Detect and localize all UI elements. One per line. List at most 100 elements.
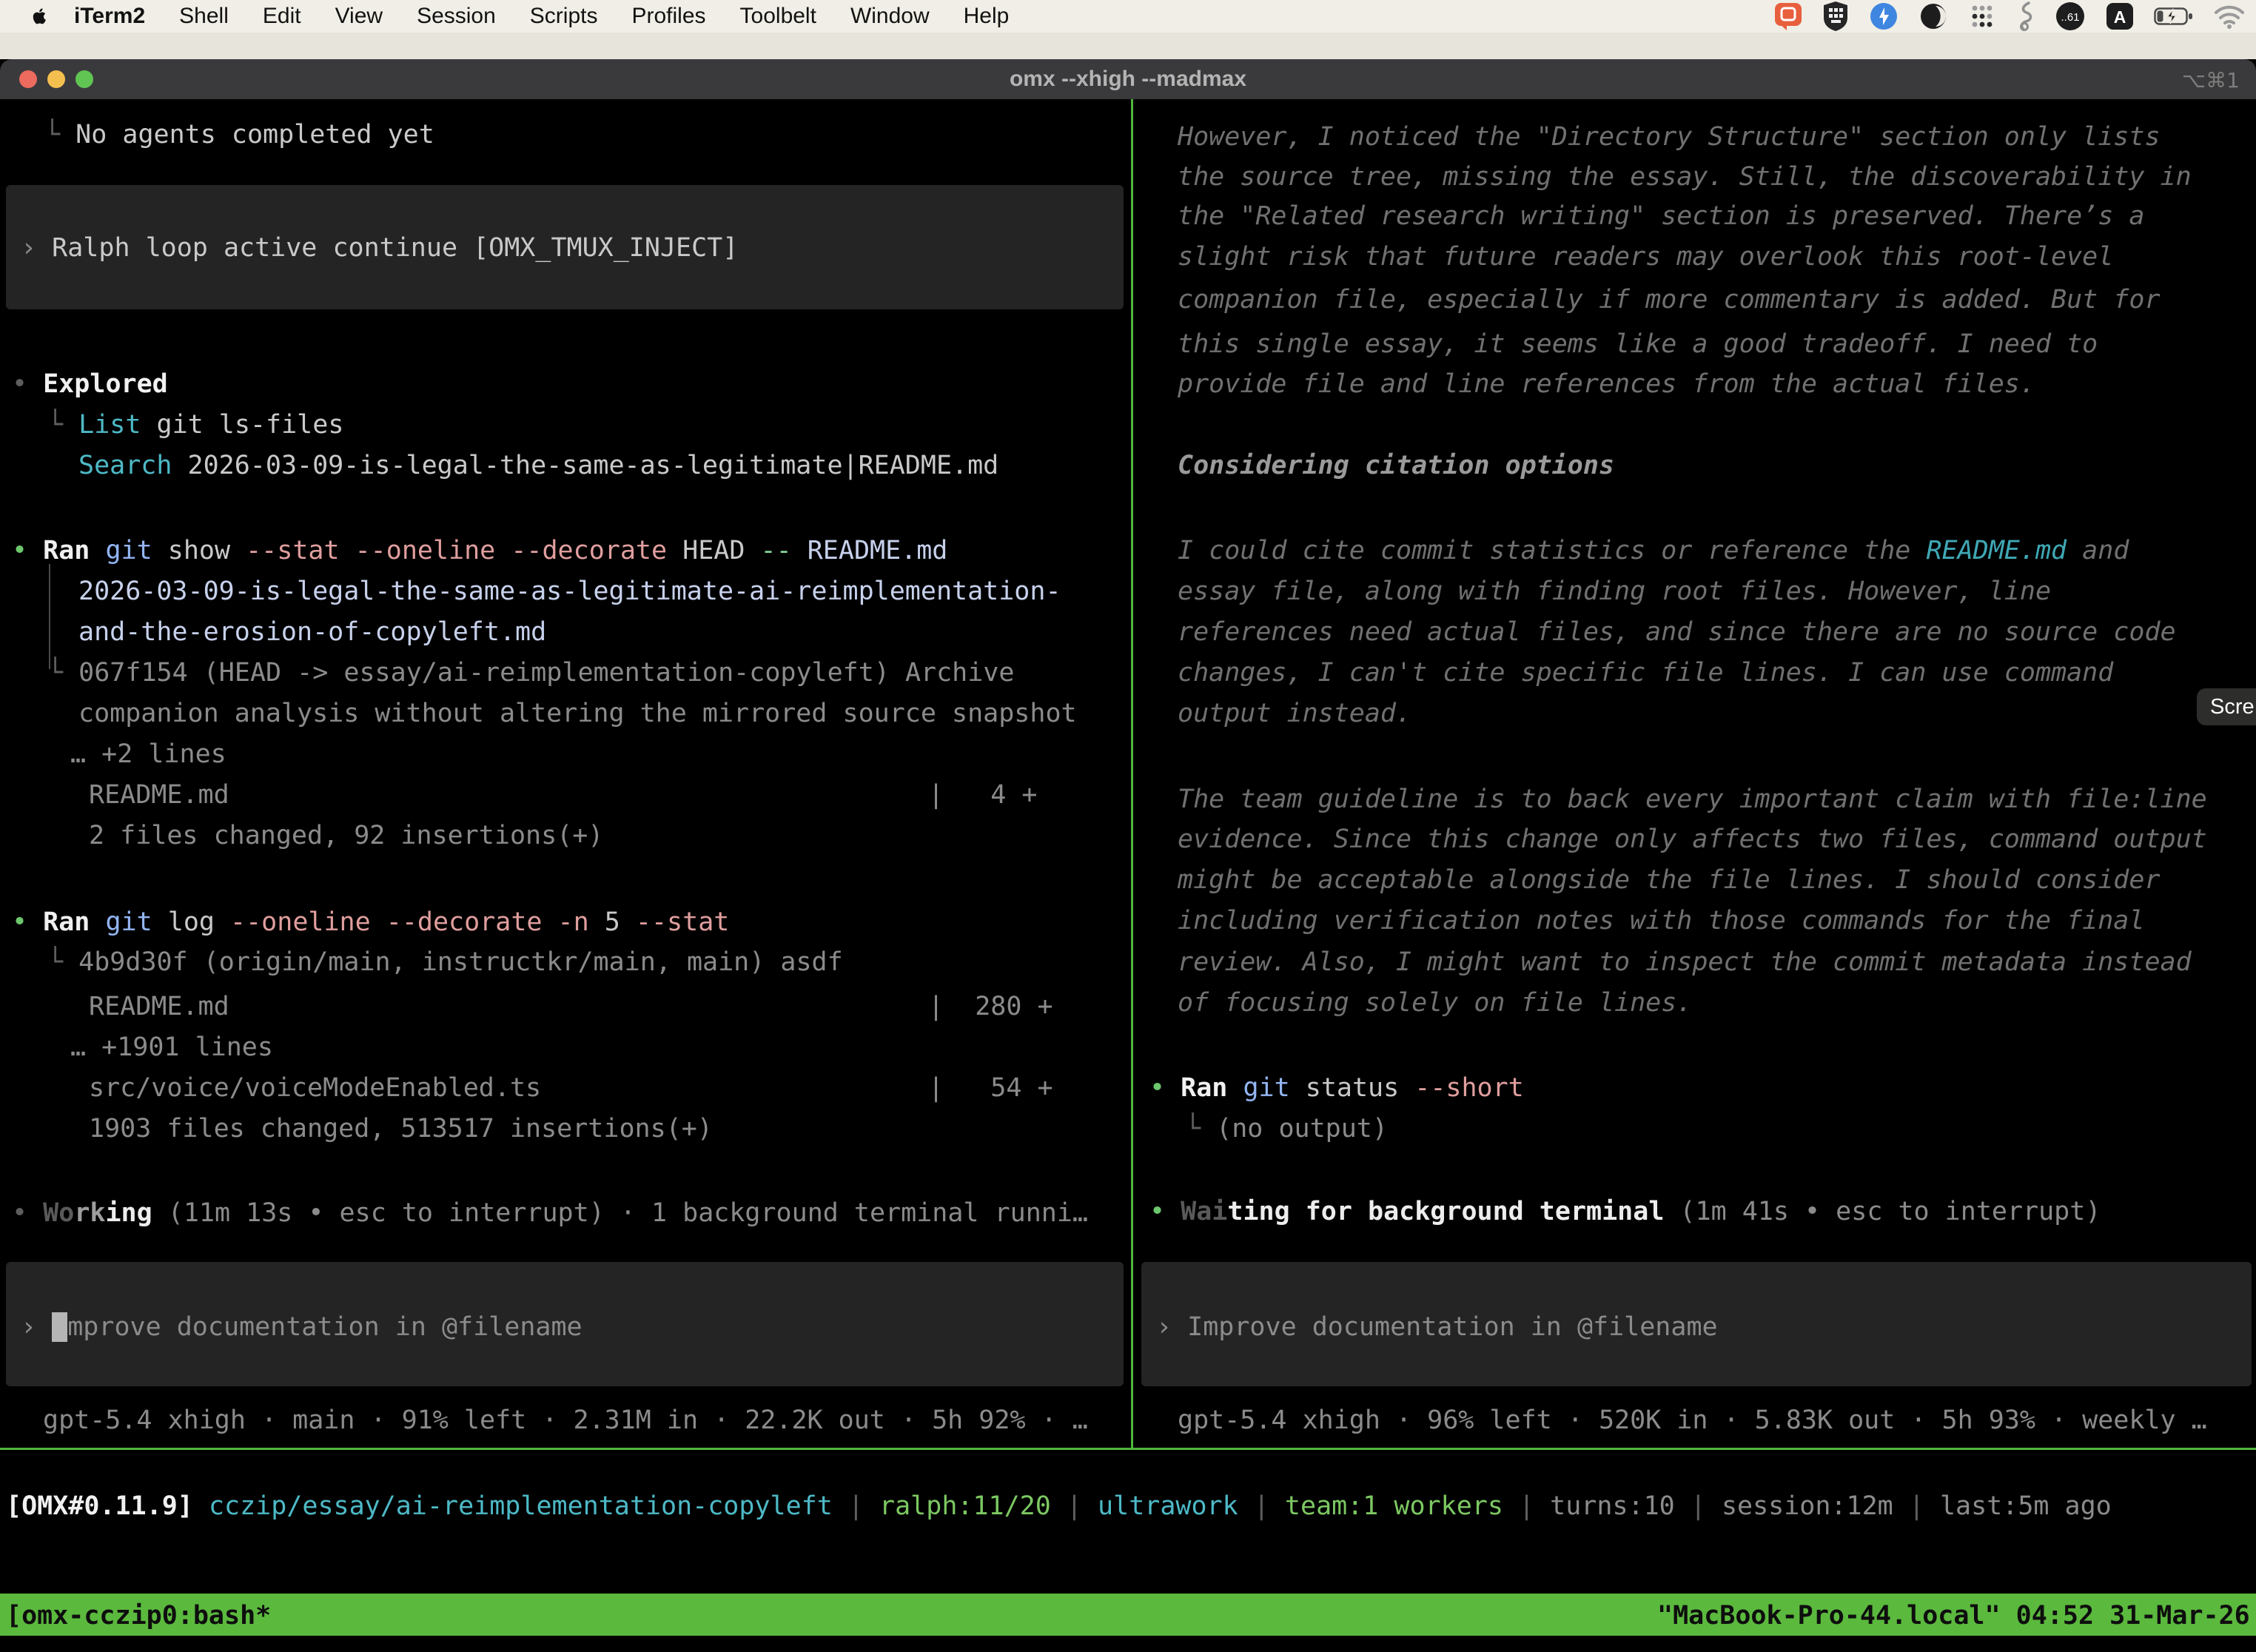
- terminal-text-segment: status: [1290, 1073, 1415, 1103]
- terminal-text-segment: src/voice/voiceModeEnabled.ts: [89, 1073, 541, 1103]
- terminal-text-segment: 1903 files changed, 513517 insertions(+): [89, 1114, 713, 1144]
- terminal-text-segment: 4b9d30f (origin/main, instructkr/main, m…: [78, 947, 843, 977]
- terminal-text-segment: the source tree, missing the essay. Stil…: [1178, 162, 2192, 192]
- terminal-text-segment: [OMX#0.11.9]: [6, 1491, 209, 1521]
- terminal-text-segment: List: [78, 410, 141, 440]
- terminal-text-segment: Ralph loop active continue [OMX_TMUX_INJ…: [52, 233, 738, 263]
- terminal-line: › Improve documentation in @filename: [1156, 1307, 1718, 1348]
- terminal-line: └ List git ls-files: [47, 405, 343, 446]
- terminal-text-segment: [omx-cczip0:bash*: [6, 1601, 271, 1631]
- terminal-text-segment: companion file, especially if more comme…: [1178, 285, 2161, 315]
- terminal-text-segment: show: [152, 536, 246, 565]
- terminal-line: 2026-03-09-is-legal-the-same-as-legitima…: [78, 571, 1061, 612]
- terminal-text-segment: and-the-erosion-of-copyleft.md: [78, 617, 546, 647]
- terminal-line: and-the-erosion-of-copyleft.md: [78, 612, 546, 653]
- terminal-text-segment: |: [1675, 1491, 1722, 1521]
- terminal-text-segment: Wo: [43, 1198, 74, 1228]
- terminal-line: references need actual files, and since …: [1178, 612, 2176, 653]
- screen-share-badge-label: Scre: [2210, 695, 2255, 719]
- terminal-text-segment: … +2 lines: [70, 739, 226, 769]
- terminal-text-segment: Ran: [43, 536, 90, 565]
- terminal-text-segment: might be acceptable alongside the file l…: [1178, 865, 2161, 895]
- terminal-text-segment: --: [761, 536, 792, 565]
- terminal-line: review. Also, I might want to inspect th…: [1178, 942, 2192, 983]
- terminal-text-segment: ›: [21, 1312, 52, 1342]
- terminal-text-segment: ing: [105, 1198, 152, 1228]
- terminal-line: evidence. Since this change only affects…: [1178, 819, 2207, 860]
- terminal-line: output instead.: [1178, 694, 1411, 734]
- terminal-text-segment: essay file, along with finding root file…: [1178, 577, 2051, 606]
- terminal-text-segment: ralph:11/20: [879, 1491, 1051, 1521]
- terminal-text-segment: No agents completed yet: [75, 120, 434, 150]
- terminal-text-segment: including verification notes with those …: [1178, 906, 2144, 936]
- terminal-text-segment: 2026-03-09-is-legal-the-same-as-legitima…: [172, 451, 998, 480]
- terminal-line: └ No agents completed yet: [44, 115, 434, 155]
- terminal-line: the "Related research writing" section i…: [1178, 196, 2144, 237]
- terminal-text-segment: "MacBook-Pro-44.local" 04:52 31-Mar-26: [1657, 1601, 2250, 1631]
- terminal-text-segment: I could cite commit statistics or refere…: [1178, 536, 1926, 565]
- terminal-line: | 280 +: [928, 987, 1053, 1027]
- terminal-line: 2 files changed, 92 insertions(+): [89, 816, 603, 856]
- terminal-text-segment: └: [44, 120, 75, 150]
- terminal-line: including verification notes with those …: [1178, 901, 2144, 941]
- terminal-text-segment: git: [105, 907, 152, 937]
- terminal-text-segment: •: [12, 907, 43, 937]
- terminal-line: [omx-cczip0:bash*: [6, 1596, 271, 1636]
- terminal-text-segment: [90, 536, 105, 565]
- terminal-text-segment: | 54 +: [928, 1073, 1053, 1103]
- terminal-text-segment: provide file and line references from th…: [1178, 369, 2035, 399]
- terminal-line: • Ran git show --stat --oneline --decora…: [12, 531, 947, 571]
- terminal-line: 1903 files changed, 513517 insertions(+): [89, 1109, 713, 1149]
- terminal-text-segment: I: [52, 1312, 67, 1342]
- terminal-line: └ (no output): [1185, 1109, 1388, 1149]
- terminal-text-segment: README.md: [1926, 536, 2067, 565]
- terminal-line: • Waiting for background terminal (1m 41…: [1149, 1192, 2101, 1232]
- terminal-line: "MacBook-Pro-44.local" 04:52 31-Mar-26: [1657, 1596, 2250, 1636]
- terminal-text-segment: Wai: [1181, 1197, 1227, 1226]
- terminal-text-segment: slight risk that future readers may over…: [1178, 242, 2113, 272]
- terminal-text-segment: README.md: [792, 536, 948, 565]
- terminal-line: might be acceptable alongside the file l…: [1178, 860, 2161, 901]
- terminal-line: • Ran git status --short: [1149, 1068, 1524, 1109]
- terminal-text-segment: [90, 907, 105, 937]
- terminal-lines: └ No agents completed yet › Ralph loop ac…: [0, 0, 2256, 1652]
- terminal-text-segment: Ran: [1181, 1073, 1227, 1103]
- terminal-text-segment: The team guideline is to back every impo…: [1178, 785, 2207, 814]
- terminal-text-segment: review. Also, I might want to inspect th…: [1178, 947, 2192, 977]
- terminal-text-segment: gpt-5.4 xhigh · main · 91% left · 2.31M …: [43, 1406, 1088, 1435]
- terminal-text-segment: └: [47, 947, 78, 977]
- terminal-text-segment: --short: [1414, 1073, 1524, 1103]
- terminal-text-segment: team:1 workers: [1285, 1491, 1503, 1521]
- terminal-text-segment: --stat --oneline --decorate: [246, 536, 667, 565]
- terminal-text-segment: └: [1185, 1114, 1216, 1144]
- terminal-text-segment: └: [47, 410, 78, 440]
- terminal-text-segment: Search: [78, 451, 172, 480]
- terminal-text-segment: ting for background terminal: [1227, 1197, 1664, 1226]
- terminal-text-segment: 5: [589, 907, 636, 937]
- terminal-text-segment: |: [1893, 1491, 1940, 1521]
- terminal-line: The team guideline is to back every impo…: [1178, 779, 2207, 820]
- terminal-line: However, I noticed the "Directory Struct…: [1178, 117, 2161, 158]
- terminal-line: essay file, along with finding root file…: [1178, 571, 2051, 612]
- terminal-text-segment: |: [1503, 1491, 1550, 1521]
- terminal-line: companion file, especially if more comme…: [1178, 280, 2161, 320]
- terminal-text-segment: git ls-files: [141, 410, 343, 440]
- terminal-text-segment: the "Related research writing" section i…: [1178, 201, 2144, 231]
- screen-share-badge[interactable]: Scre: [2197, 688, 2256, 725]
- terminal-line: gpt-5.4 xhigh · 96% left · 520K in · 5.8…: [1178, 1400, 2207, 1441]
- terminal-text-segment: evidence. Since this change only affects…: [1178, 825, 2207, 854]
- terminal-line: src/voice/voiceModeEnabled.ts: [89, 1068, 541, 1109]
- terminal-text-segment: changes, I can't cite specific file line…: [1178, 658, 2113, 688]
- terminal-text-segment: mprove documentation in @filename: [67, 1312, 582, 1342]
- terminal-text-segment: •: [1149, 1197, 1181, 1226]
- terminal-line: … +2 lines: [70, 734, 226, 775]
- terminal-text-segment: of focusing solely on file lines.: [1178, 988, 1692, 1018]
- terminal-text-segment: However, I noticed the "Directory Struct…: [1178, 122, 2161, 152]
- terminal-text-segment: README.md: [89, 780, 229, 810]
- terminal-text-segment: › Improve documentation in @filename: [1156, 1312, 1718, 1342]
- terminal-text-segment: •: [1149, 1073, 1181, 1103]
- terminal-text-segment: turns:10: [1550, 1491, 1675, 1521]
- terminal-text-segment: git: [1243, 1073, 1289, 1103]
- terminal-text-segment: --stat: [636, 907, 729, 937]
- terminal-line: companion analysis without altering the …: [78, 694, 1077, 734]
